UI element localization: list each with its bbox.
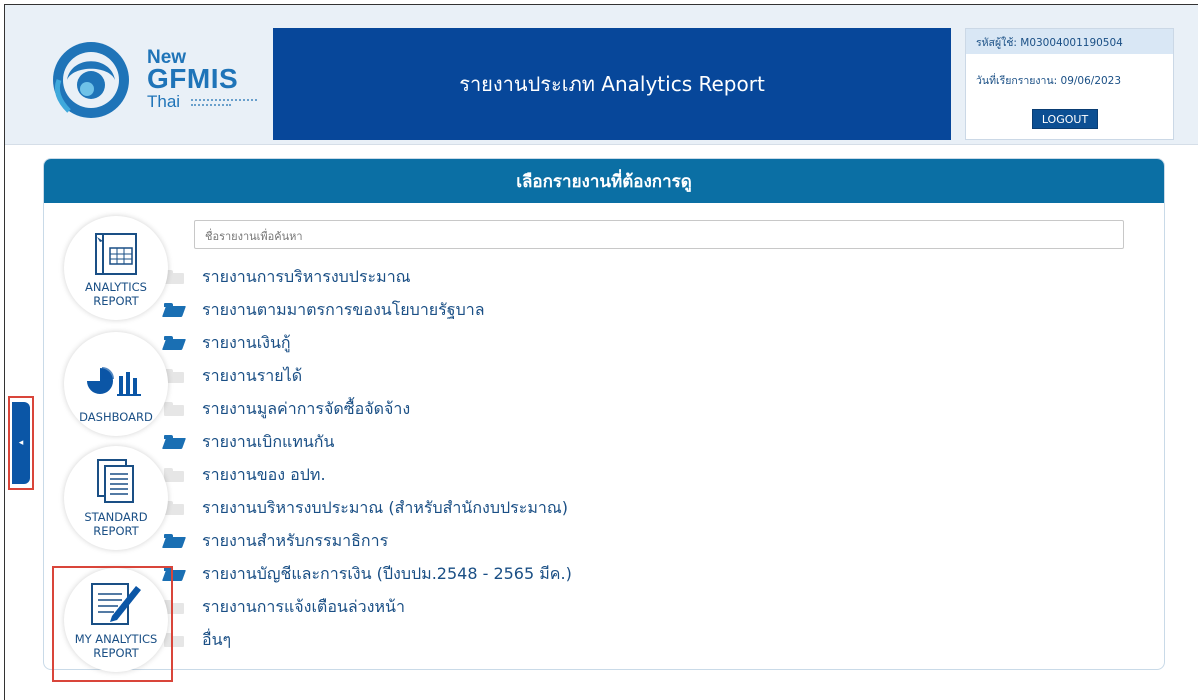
report-label: รายงานเบิกแทนกัน	[202, 431, 335, 451]
report-label: รายงานรายได้	[202, 365, 303, 385]
header: New GFMIS Thai รายงานประเภท Analytics Re…	[5, 5, 1198, 145]
logo-gfmis: GFMIS	[147, 63, 239, 94]
report-label: รายงานการแจ้งเตือนล่วงหน้า	[202, 596, 405, 616]
report-label: รายงานบัญชีและการเงิน (ปีงบปม.2548 - 256…	[202, 563, 572, 583]
report-label: รายงานบริหารงบประมาณ (สำหรับสำนักงบประมา…	[202, 497, 568, 517]
user-info-box: รหัสผู้ใช้: M03004001190504 วันที่เรียกร…	[965, 28, 1174, 140]
nav-label: REPORT	[93, 294, 139, 308]
folder-icon	[164, 402, 184, 416]
user-id: รหัสผู้ใช้: M03004001190504	[966, 29, 1173, 54]
standard-report-icon	[97, 459, 134, 503]
nav-label: STANDARD	[84, 510, 148, 524]
nav-label: REPORT	[93, 524, 139, 538]
list-item[interactable]: รายงานของ อปท.	[164, 463, 326, 487]
list-item[interactable]: รายงานบัญชีและการเงิน (ปีงบปม.2548 - 256…	[164, 562, 572, 586]
list-item[interactable]: รายงานบริหารงบประมาณ (สำหรับสำนักงบประมา…	[164, 496, 568, 520]
report-search-input[interactable]: ชื่อรายงานเพื่อค้นหา	[194, 220, 1124, 249]
report-label: รายงานตามมาตรการของนโยบายรัฐบาล	[202, 299, 485, 319]
list-item[interactable]: รายงานรายได้	[164, 364, 302, 388]
gfmis-logo: New GFMIS Thai	[49, 35, 269, 125]
report-panel: เลือกรายงานที่ต้องการดู ชื่อรายงานเพื่อค…	[43, 158, 1165, 670]
list-item[interactable]: รายงานการบริหารงบประมาณ	[164, 265, 411, 289]
list-item[interactable]: อื่นๆ	[164, 628, 231, 652]
panel-title: เลือกรายงานที่ต้องการดู	[44, 159, 1164, 203]
report-date: วันที่เรียกรายงาน: 09/06/2023	[966, 54, 1173, 89]
chevron-left-icon: ◂	[12, 402, 30, 484]
list-item[interactable]: รายงานเบิกแทนกัน	[164, 430, 334, 454]
report-label: อื่นๆ	[202, 629, 232, 649]
garuda-logo-icon	[53, 42, 129, 118]
sidebar-toggle[interactable]: ◂	[8, 396, 34, 490]
logout-button[interactable]: LOGOUT	[1032, 109, 1098, 129]
nav-analytics-report[interactable]: ANALYTICS REPORT	[64, 216, 168, 320]
selection-highlight	[52, 566, 173, 682]
report-label: รายงานการบริหารงบประมาณ	[202, 266, 411, 286]
nav-label: ANALYTICS	[85, 280, 147, 294]
analytics-report-icon	[95, 233, 137, 275]
folder-icon	[164, 468, 184, 482]
user-id-value: M03004001190504	[1020, 37, 1123, 49]
logo-tagline	[191, 104, 231, 106]
nav-dashboard[interactable]: DASHBOARD	[64, 332, 168, 436]
list-item[interactable]: รายงานการแจ้งเตือนล่วงหน้า	[164, 595, 405, 619]
folder-open-icon	[164, 534, 184, 548]
user-id-label: รหัสผู้ใช้:	[976, 37, 1017, 49]
list-item[interactable]: รายงานสำหรับกรรมาธิการ	[164, 529, 388, 553]
dashboard-chart-icon	[87, 367, 141, 396]
page-title: รายงานประเภท Analytics Report	[273, 28, 951, 140]
report-label: รายงานเงินกู้	[202, 332, 291, 352]
list-item[interactable]: รายงานเงินกู้	[164, 331, 291, 355]
report-label: รายงานมูลค่าการจัดซื้อจัดจ้าง	[202, 398, 411, 418]
report-label: รายงานของ อปท.	[202, 464, 326, 484]
nav-standard-report[interactable]: STANDARD REPORT	[64, 446, 168, 550]
logo-thai: Thai	[147, 92, 181, 111]
folder-open-icon	[164, 435, 184, 449]
list-item[interactable]: รายงานตามมาตรการของนโยบายรัฐบาล	[164, 298, 485, 322]
logo-tagline	[191, 99, 257, 101]
report-date-label: วันที่เรียกรายงาน:	[976, 75, 1058, 87]
folder-open-icon	[164, 303, 184, 317]
report-date-value: 09/06/2023	[1060, 75, 1122, 87]
nav-label: DASHBOARD	[79, 410, 153, 424]
folder-open-icon	[164, 336, 184, 350]
report-label: รายงานสำหรับกรรมาธิการ	[202, 530, 389, 550]
list-item[interactable]: รายงานมูลค่าการจัดซื้อจัดจ้าง	[164, 397, 410, 421]
